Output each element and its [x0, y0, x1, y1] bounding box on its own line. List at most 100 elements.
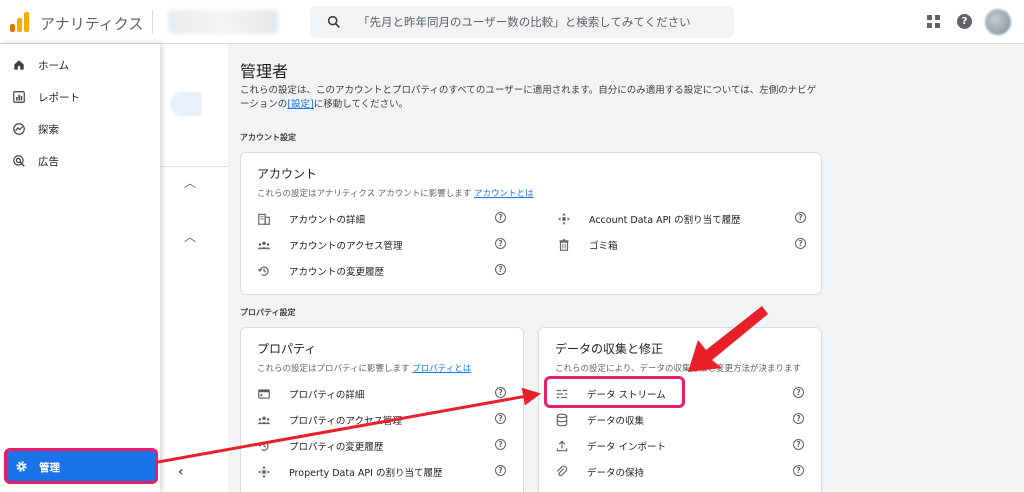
data-card-subtitle: これらの設定により、データの収集方法と変更方法が決まります: [555, 364, 801, 374]
header-divider: [152, 10, 153, 34]
expand-chevron-icon[interactable]: ︿: [184, 228, 196, 245]
people-icon: [257, 241, 271, 250]
sidebar-item-label: ホーム: [38, 59, 70, 72]
help-icon[interactable]: ?: [793, 465, 804, 476]
account-history-row[interactable]: アカウントの変更履歴 ?: [257, 261, 511, 281]
property-data-api-row[interactable]: Property Data API の割り当て履歴 ?: [257, 462, 511, 482]
api-icon: [558, 213, 570, 225]
row-label: ゴミ箱: [589, 241, 618, 252]
home-icon: [14, 60, 24, 70]
row-label: データの保持: [587, 468, 645, 479]
trash-icon: [559, 239, 569, 251]
page-title: 管理者: [240, 62, 289, 81]
search-placeholder: 「先月と昨年同月のユーザー数の比較」と検索してみてください: [358, 15, 691, 29]
data-collection-card: データの収集と修正 これらの設定により、データの収集方法と変更方法が決まります …: [538, 327, 822, 492]
sidebar-item-reports[interactable]: レポート: [0, 82, 160, 112]
building-icon: [258, 213, 270, 225]
sidebar-item-label: 探索: [38, 123, 59, 136]
sidebar: ホーム レポート 探索 広告 管理: [0, 44, 160, 492]
upload-icon: [556, 440, 568, 452]
help-icon[interactable]: ?: [495, 264, 506, 275]
sidebar-item-label: 管理: [39, 462, 60, 474]
help-icon[interactable]: ?: [495, 212, 506, 223]
api-icon: [258, 466, 270, 478]
people-icon: [257, 416, 271, 425]
row-label: プロパティの変更履歴: [289, 442, 384, 453]
property-card-subtitle: これらの設定はプロパティに影響します プロパティとは: [257, 362, 471, 374]
property-section-label: プロパティ設定: [240, 308, 296, 317]
account-data-api-row[interactable]: Account Data API の割り当て履歴 ?: [557, 209, 811, 229]
row-label: アカウントの詳細: [289, 215, 366, 226]
help-icon[interactable]: ?: [957, 14, 972, 29]
gear-icon: [16, 461, 27, 472]
about-account-link[interactable]: アカウントとは: [474, 189, 534, 199]
secondary-nav-active-item[interactable]: [170, 92, 202, 116]
top-bar: アナリティクス 「先月と昨年同月のユーザー数の比較」と検索してみてください ?: [0, 0, 1024, 44]
property-access-row[interactable]: プロパティのアクセス管理 ?: [257, 410, 511, 430]
sidebar-item-advertising[interactable]: 広告: [0, 146, 160, 176]
help-icon[interactable]: ?: [495, 238, 506, 249]
history-icon: [257, 441, 269, 451]
row-label: アカウントの変更履歴: [289, 267, 385, 278]
sidebar-item-admin[interactable]: 管理: [4, 448, 158, 484]
row-label: アカウントのアクセス管理: [289, 241, 403, 252]
sidebar-item-home[interactable]: ホーム: [0, 50, 160, 80]
help-icon[interactable]: ?: [495, 387, 506, 398]
apps-grid-icon[interactable]: [927, 15, 940, 28]
property-details-icon: [258, 389, 270, 399]
data-streams-highlight: [544, 376, 685, 408]
help-icon[interactable]: ?: [793, 439, 804, 450]
property-settings-card: プロパティ これらの設定はプロパティに影響します プロパティとは プロパティの詳…: [240, 327, 524, 492]
analytics-logo-icon[interactable]: [10, 12, 30, 32]
history-icon: [257, 266, 269, 276]
account-section-label: アカウント設定: [240, 133, 296, 142]
data-card-title: データの収集と修正: [555, 342, 664, 356]
data-retention-row[interactable]: データの保持 ?: [555, 462, 809, 482]
account-selector[interactable]: [168, 10, 278, 34]
help-icon[interactable]: ?: [495, 413, 506, 424]
account-access-row[interactable]: アカウントのアクセス管理 ?: [257, 235, 511, 255]
data-collection-row[interactable]: データの収集 ?: [555, 410, 809, 430]
search-bar[interactable]: 「先月と昨年同月のユーザー数の比較」と検索してみてください: [310, 6, 734, 38]
help-icon[interactable]: ?: [495, 439, 506, 450]
reports-icon: [13, 91, 25, 103]
help-icon[interactable]: ?: [793, 413, 804, 424]
description-text: に移動してください。: [313, 99, 409, 110]
search-icon: [327, 15, 340, 28]
account-card-title: アカウント: [257, 167, 318, 181]
database-icon: [556, 413, 568, 427]
row-label: データ インポート: [587, 442, 667, 453]
sidebar-item-explore[interactable]: 探索: [0, 114, 160, 144]
row-label: プロパティの詳細: [289, 390, 365, 401]
row-label: Property Data API の割り当て履歴: [289, 468, 443, 479]
avatar[interactable]: [985, 9, 1011, 35]
subtitle-text: これらの設定はプロパティに影響します: [257, 364, 410, 374]
property-card-title: プロパティ: [257, 342, 317, 356]
account-settings-card: アカウント これらの設定はアナリティクス アカウントに影響します アカウントとは…: [240, 152, 822, 295]
subtitle-text: これらの設定はアナリティクス アカウントに影響します: [257, 189, 472, 199]
retention-icon: [556, 465, 568, 477]
secondary-nav-divider: [160, 166, 228, 167]
advertising-icon: [13, 155, 25, 167]
collapse-sidebar-button[interactable]: ‹: [178, 464, 184, 480]
sidebar-item-label: レポート: [38, 91, 80, 104]
trash-row[interactable]: ゴミ箱 ?: [557, 235, 811, 255]
expand-chevron-icon[interactable]: ︿: [184, 174, 196, 191]
row-label: データの収集: [587, 416, 645, 427]
account-details-row[interactable]: アカウントの詳細 ?: [257, 209, 511, 229]
row-label: Account Data API の割り当て履歴: [589, 215, 741, 226]
data-import-row[interactable]: データ インポート ?: [555, 436, 809, 456]
settings-link[interactable]: [設定]: [287, 99, 313, 110]
property-details-row[interactable]: プロパティの詳細 ?: [257, 384, 511, 404]
about-property-link[interactable]: プロパティとは: [412, 364, 471, 374]
help-icon[interactable]: ?: [795, 212, 806, 223]
explore-icon: [13, 123, 25, 135]
row-label: プロパティのアクセス管理: [289, 416, 402, 427]
app-title[interactable]: アナリティクス: [40, 13, 143, 34]
help-icon[interactable]: ?: [495, 465, 506, 476]
help-icon[interactable]: ?: [793, 387, 804, 398]
property-history-row[interactable]: プロパティの変更履歴 ?: [257, 436, 511, 456]
help-icon[interactable]: ?: [795, 238, 806, 249]
page-description: これらの設定は、このアカウントとプロパティのすべてのユーザーに適用されます。自分…: [240, 84, 825, 112]
account-card-subtitle: これらの設定はアナリティクス アカウントに影響します アカウントとは: [257, 187, 534, 199]
